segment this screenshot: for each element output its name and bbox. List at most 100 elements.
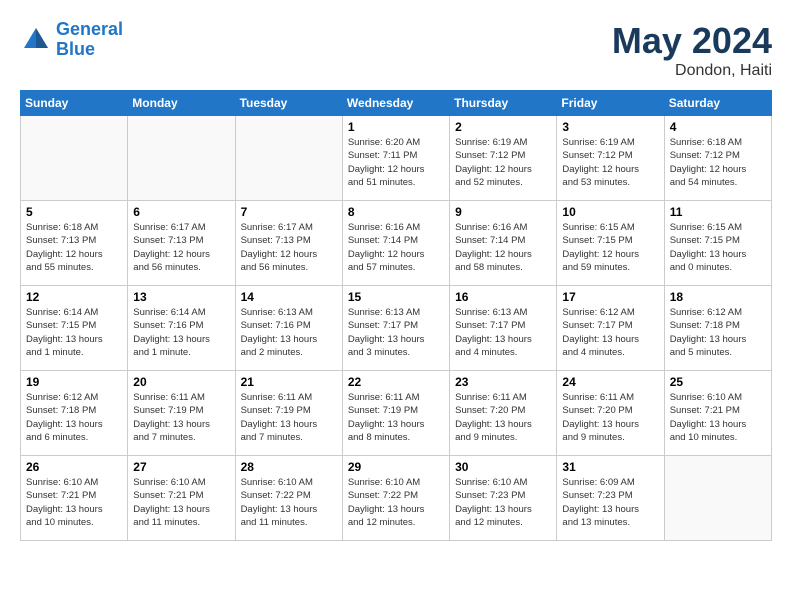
calendar-cell: 15 Sunrise: 6:13 AM Sunset: 7:17 PM Dayli… (342, 286, 449, 371)
calendar-cell: 3 Sunrise: 6:19 AM Sunset: 7:12 PM Daylig… (557, 116, 664, 201)
day-number: 20 (133, 375, 229, 389)
day-info: Sunrise: 6:10 AM Sunset: 7:21 PM Dayligh… (26, 476, 122, 529)
calendar-cell: 13 Sunrise: 6:14 AM Sunset: 7:16 PM Dayli… (128, 286, 235, 371)
day-info: Sunrise: 6:14 AM Sunset: 7:16 PM Dayligh… (133, 306, 229, 359)
calendar-cell: 8Sunrise: 6:16 AM Sunset: 7:14 PM Daylig… (342, 201, 449, 286)
day-info: Sunrise: 6:14 AM Sunset: 7:15 PM Dayligh… (26, 306, 122, 359)
day-number: 28 (241, 460, 337, 474)
day-number: 17 (562, 290, 658, 304)
day-number: 23 (455, 375, 551, 389)
day-info: Sunrise: 6:10 AM Sunset: 7:21 PM Dayligh… (133, 476, 229, 529)
day-info: Sunrise: 6:12 AM Sunset: 7:18 PM Dayligh… (26, 391, 122, 444)
weekday-header-tuesday: Tuesday (235, 91, 342, 116)
month-year: May 2024 (612, 20, 772, 62)
calendar-cell: 24 Sunrise: 6:11 AM Sunset: 7:20 PM Dayli… (557, 371, 664, 456)
day-number: 5 (26, 205, 122, 219)
calendar-cell: 5 Sunrise: 6:18 AM Sunset: 7:13 PM Daylig… (21, 201, 128, 286)
day-number: 18 (670, 290, 766, 304)
week-row-4: 19Sunrise: 6:12 AM Sunset: 7:18 PM Dayli… (21, 371, 772, 456)
day-info: Sunrise: 6:18 AM Sunset: 7:12 PM Dayligh… (670, 136, 766, 189)
day-number: 9 (455, 205, 551, 219)
calendar-cell: 22Sunrise: 6:11 AM Sunset: 7:19 PM Dayli… (342, 371, 449, 456)
weekday-header-row: SundayMondayTuesdayWednesdayThursdayFrid… (21, 91, 772, 116)
day-number: 25 (670, 375, 766, 389)
calendar-cell: 23Sunrise: 6:11 AM Sunset: 7:20 PM Dayli… (450, 371, 557, 456)
day-number: 11 (670, 205, 766, 219)
day-number: 13 (133, 290, 229, 304)
day-info: Sunrise: 6:16 AM Sunset: 7:14 PM Dayligh… (348, 221, 444, 274)
calendar-cell: 17Sunrise: 6:12 AM Sunset: 7:17 PM Dayli… (557, 286, 664, 371)
weekday-header-wednesday: Wednesday (342, 91, 449, 116)
day-number: 31 (562, 460, 658, 474)
day-number: 24 (562, 375, 658, 389)
calendar-cell (21, 116, 128, 201)
day-info: Sunrise: 6:19 AM Sunset: 7:12 PM Dayligh… (455, 136, 551, 189)
calendar-cell: 7 Sunrise: 6:17 AM Sunset: 7:13 PM Daylig… (235, 201, 342, 286)
calendar-cell: 11 Sunrise: 6:15 AM Sunset: 7:15 PM Dayli… (664, 201, 771, 286)
day-info: Sunrise: 6:11 AM Sunset: 7:19 PM Dayligh… (241, 391, 337, 444)
logo-line2: Blue (56, 39, 95, 59)
calendar-cell: 21Sunrise: 6:11 AM Sunset: 7:19 PM Dayli… (235, 371, 342, 456)
day-info: Sunrise: 6:15 AM Sunset: 7:15 PM Dayligh… (670, 221, 766, 274)
day-number: 12 (26, 290, 122, 304)
day-info: Sunrise: 6:18 AM Sunset: 7:13 PM Dayligh… (26, 221, 122, 274)
logo-line1: General (56, 19, 123, 39)
day-number: 26 (26, 460, 122, 474)
day-number: 4 (670, 120, 766, 134)
day-number: 1 (348, 120, 444, 134)
day-info: Sunrise: 6:13 AM Sunset: 7:17 PM Dayligh… (348, 306, 444, 359)
calendar-cell: 18 Sunrise: 6:12 AM Sunset: 7:18 PM Dayli… (664, 286, 771, 371)
day-info: Sunrise: 6:11 AM Sunset: 7:20 PM Dayligh… (562, 391, 658, 444)
logo-icon (20, 24, 52, 56)
day-info: Sunrise: 6:15 AM Sunset: 7:15 PM Dayligh… (562, 221, 658, 274)
calendar-cell: 27 Sunrise: 6:10 AM Sunset: 7:21 PM Dayli… (128, 456, 235, 541)
day-info: Sunrise: 6:17 AM Sunset: 7:13 PM Dayligh… (133, 221, 229, 274)
calendar-cell: 20Sunrise: 6:11 AM Sunset: 7:19 PM Dayli… (128, 371, 235, 456)
calendar-cell: 16 Sunrise: 6:13 AM Sunset: 7:17 PM Dayli… (450, 286, 557, 371)
calendar-cell: 9 Sunrise: 6:16 AM Sunset: 7:14 PM Daylig… (450, 201, 557, 286)
calendar-cell: 29Sunrise: 6:10 AM Sunset: 7:22 PM Dayli… (342, 456, 449, 541)
title-block: May 2024 Dondon, Haiti (612, 20, 772, 80)
day-info: Sunrise: 6:19 AM Sunset: 7:12 PM Dayligh… (562, 136, 658, 189)
calendar-cell: 26 Sunrise: 6:10 AM Sunset: 7:21 PM Dayli… (21, 456, 128, 541)
page-header: General Blue May 2024 Dondon, Haiti (20, 20, 772, 80)
day-info: Sunrise: 6:16 AM Sunset: 7:14 PM Dayligh… (455, 221, 551, 274)
day-info: Sunrise: 6:20 AM Sunset: 7:11 PM Dayligh… (348, 136, 444, 189)
day-number: 7 (241, 205, 337, 219)
day-info: Sunrise: 6:10 AM Sunset: 7:22 PM Dayligh… (241, 476, 337, 529)
calendar-cell: 28 Sunrise: 6:10 AM Sunset: 7:22 PM Dayli… (235, 456, 342, 541)
day-number: 27 (133, 460, 229, 474)
day-number: 6 (133, 205, 229, 219)
weekday-header-saturday: Saturday (664, 91, 771, 116)
location: Dondon, Haiti (612, 62, 772, 80)
day-info: Sunrise: 6:10 AM Sunset: 7:22 PM Dayligh… (348, 476, 444, 529)
day-info: Sunrise: 6:10 AM Sunset: 7:23 PM Dayligh… (455, 476, 551, 529)
calendar-cell: 14Sunrise: 6:13 AM Sunset: 7:16 PM Dayli… (235, 286, 342, 371)
calendar-cell: 6 Sunrise: 6:17 AM Sunset: 7:13 PM Daylig… (128, 201, 235, 286)
day-number: 3 (562, 120, 658, 134)
day-info: Sunrise: 6:17 AM Sunset: 7:13 PM Dayligh… (241, 221, 337, 274)
day-number: 2 (455, 120, 551, 134)
day-number: 30 (455, 460, 551, 474)
day-number: 14 (241, 290, 337, 304)
calendar-cell: 12 Sunrise: 6:14 AM Sunset: 7:15 PM Dayli… (21, 286, 128, 371)
logo-text: General Blue (56, 20, 123, 60)
day-info: Sunrise: 6:13 AM Sunset: 7:17 PM Dayligh… (455, 306, 551, 359)
calendar-cell: 10 Sunrise: 6:15 AM Sunset: 7:15 PM Dayli… (557, 201, 664, 286)
calendar-cell: 4 Sunrise: 6:18 AM Sunset: 7:12 PM Daylig… (664, 116, 771, 201)
calendar-cell: 25Sunrise: 6:10 AM Sunset: 7:21 PM Dayli… (664, 371, 771, 456)
day-info: Sunrise: 6:12 AM Sunset: 7:18 PM Dayligh… (670, 306, 766, 359)
calendar-cell (664, 456, 771, 541)
day-number: 10 (562, 205, 658, 219)
day-number: 22 (348, 375, 444, 389)
day-number: 16 (455, 290, 551, 304)
weekday-header-friday: Friday (557, 91, 664, 116)
day-number: 15 (348, 290, 444, 304)
calendar-cell: 19Sunrise: 6:12 AM Sunset: 7:18 PM Dayli… (21, 371, 128, 456)
weekday-header-thursday: Thursday (450, 91, 557, 116)
calendar-cell (235, 116, 342, 201)
calendar-cell: 30 Sunrise: 6:10 AM Sunset: 7:23 PM Dayli… (450, 456, 557, 541)
calendar-cell: 1 Sunrise: 6:20 AM Sunset: 7:11 PM Daylig… (342, 116, 449, 201)
day-info: Sunrise: 6:09 AM Sunset: 7:23 PM Dayligh… (562, 476, 658, 529)
logo: General Blue (20, 20, 123, 60)
